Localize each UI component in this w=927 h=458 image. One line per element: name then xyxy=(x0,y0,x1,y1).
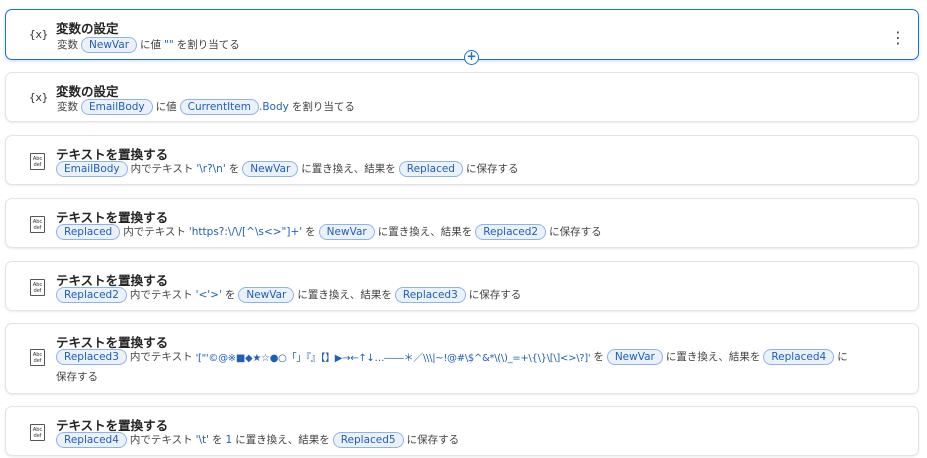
variable-chip[interactable]: NewVar xyxy=(606,348,663,365)
step-description: Replaced3 内でテキスト '["'©@※■◆★☆●○「」『』【】▶→←↑… xyxy=(56,348,849,365)
value-literal: "" xyxy=(164,38,174,51)
variable-icon: {x} xyxy=(29,91,48,104)
value-literal: 1 xyxy=(225,433,233,446)
text-replace-icon: Abc def xyxy=(30,424,45,441)
step-description: Replaced2 内でテキスト '<'>' を NewVar に置き換え、結果… xyxy=(56,286,522,303)
step-description: EmailBody 内でテキスト '\r?\n' を NewVar に置き換え、… xyxy=(56,160,519,177)
action-step-set-variable-2[interactable]: {x} 変数の設定 変数 EmailBody に値 CurrentItem .B… xyxy=(5,72,919,122)
step-description: 変数 NewVar に値 "" を割り当てる xyxy=(57,36,240,53)
variable-chip[interactable]: Replaced4 xyxy=(763,348,835,365)
step-description-continuation: 保存する xyxy=(56,371,98,383)
step-description: 変数 EmailBody に値 CurrentItem .Body を割り当てる xyxy=(57,98,355,115)
variable-chip[interactable]: CurrentItem xyxy=(179,98,259,115)
text-replace-icon: Abc def xyxy=(30,216,45,233)
variable-chip[interactable]: Replaced5 xyxy=(332,431,404,448)
variable-chip[interactable]: Replaced4 xyxy=(56,431,127,448)
action-step-replace-text-4[interactable]: Abc def テキストを置換する Replaced3 内でテキスト '["'©… xyxy=(5,323,919,394)
variable-chip[interactable]: NewVar xyxy=(318,223,375,240)
value-literal: '\t' xyxy=(195,433,210,446)
step-description: Replaced4 内でテキスト '\t' を 1 に置き換え、結果を Repl… xyxy=(56,431,460,448)
variable-chip[interactable]: Replaced2 xyxy=(56,286,127,303)
action-step-replace-text-3[interactable]: Abc def テキストを置換する Replaced2 内でテキスト '<'>'… xyxy=(5,261,919,311)
variable-icon: {x} xyxy=(29,28,48,41)
step-description: Replaced 内でテキスト 'https?:\/\/[^\s<>"]+' を… xyxy=(56,223,603,240)
variable-chip[interactable]: NewVar xyxy=(81,36,138,53)
variable-chip[interactable]: EmailBody xyxy=(56,160,128,177)
add-step-icon[interactable]: + xyxy=(464,50,479,65)
text-replace-icon: Abc def xyxy=(30,349,45,366)
action-step-set-variable-1[interactable]: {x} 変数の設定 変数 NewVar に値 "" を割り当てる ⋮ xyxy=(5,9,919,60)
value-literal: '["'©@※■◆★☆●○「」『』【】▶→←↑↓…――＊／\\\|~!@#\$^… xyxy=(195,353,591,364)
variable-chip[interactable]: Replaced3 xyxy=(394,286,466,303)
variable-chip[interactable]: Replaced2 xyxy=(475,223,547,240)
variable-chip[interactable]: Replaced3 xyxy=(56,348,127,365)
variable-chip[interactable]: EmailBody xyxy=(81,98,153,115)
property-literal: .Body xyxy=(258,100,289,113)
action-step-replace-text-5[interactable]: Abc def テキストを置換する Replaced4 内でテキスト '\t' … xyxy=(5,406,919,456)
value-literal: '<'>' xyxy=(195,288,222,301)
action-step-replace-text-2[interactable]: Abc def テキストを置換する Replaced 内でテキスト 'https… xyxy=(5,198,919,248)
value-literal: '\r?\n' xyxy=(196,162,226,175)
variable-chip[interactable]: Replaced xyxy=(56,223,121,240)
text-replace-icon: Abc def xyxy=(30,279,45,296)
variable-chip[interactable]: Replaced xyxy=(398,160,463,177)
more-options-icon[interactable]: ⋮ xyxy=(890,30,906,46)
text-replace-icon: Abc def xyxy=(30,153,45,170)
variable-chip[interactable]: NewVar xyxy=(242,160,299,177)
variable-chip[interactable]: NewVar xyxy=(238,286,295,303)
action-step-replace-text-1[interactable]: Abc def テキストを置換する EmailBody 内でテキスト '\r?\… xyxy=(5,135,919,185)
value-literal: 'https?:\/\/[^\s<>"]+' xyxy=(188,225,303,238)
step-title: 変数の設定 xyxy=(56,21,119,36)
